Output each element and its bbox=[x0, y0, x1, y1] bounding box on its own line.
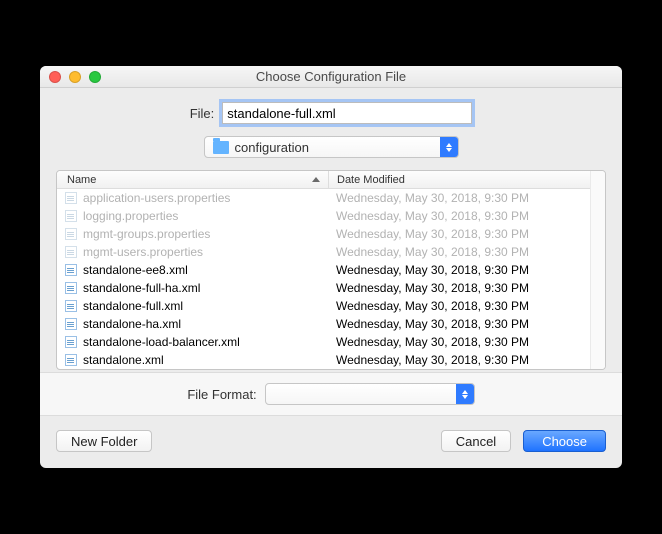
file-row[interactable]: standalone-load-balancer.xmlWednesday, M… bbox=[57, 333, 590, 351]
titlebar: Choose Configuration File bbox=[40, 66, 622, 88]
column-header-name[interactable]: Name bbox=[57, 174, 328, 186]
file-chooser-window: Choose Configuration File File: configur… bbox=[40, 66, 622, 468]
file-row[interactable]: standalone-full.xmlWednesday, May 30, 20… bbox=[57, 297, 590, 315]
file-label: File: bbox=[190, 106, 215, 121]
file-row[interactable]: application-users.propertiesWednesday, M… bbox=[57, 189, 590, 207]
file-icon bbox=[65, 354, 77, 366]
file-date: Wednesday, May 30, 2018, 9:30 PM bbox=[328, 353, 590, 367]
file-icon bbox=[65, 300, 77, 312]
file-icon bbox=[65, 282, 77, 294]
file-name: application-users.properties bbox=[83, 191, 328, 205]
file-row[interactable]: standalone-full-ha.xmlWednesday, May 30,… bbox=[57, 279, 590, 297]
file-row[interactable]: mgmt-users.propertiesWednesday, May 30, … bbox=[57, 243, 590, 261]
file-list-panel: Name Date Modified application-users.pro… bbox=[56, 170, 606, 370]
file-name: standalone-full-ha.xml bbox=[83, 281, 328, 295]
file-format-combo[interactable] bbox=[265, 383, 475, 405]
file-date: Wednesday, May 30, 2018, 9:30 PM bbox=[328, 263, 590, 277]
file-row[interactable]: mgmt-groups.propertiesWednesday, May 30,… bbox=[57, 225, 590, 243]
file-row[interactable]: standalone-ha.xmlWednesday, May 30, 2018… bbox=[57, 315, 590, 333]
filename-row: File: bbox=[56, 102, 606, 124]
file-date: Wednesday, May 30, 2018, 9:30 PM bbox=[328, 335, 590, 349]
file-row[interactable]: logging.propertiesWednesday, May 30, 201… bbox=[57, 207, 590, 225]
file-format-label: File Format: bbox=[187, 387, 256, 402]
cancel-button[interactable]: Cancel bbox=[441, 430, 511, 452]
file-name: standalone.xml bbox=[83, 353, 328, 367]
file-name: standalone-full.xml bbox=[83, 299, 328, 313]
file-date: Wednesday, May 30, 2018, 9:30 PM bbox=[328, 191, 590, 205]
column-headers: Name Date Modified bbox=[57, 171, 590, 189]
file-name: logging.properties bbox=[83, 209, 328, 223]
window-title: Choose Configuration File bbox=[40, 69, 622, 84]
file-icon bbox=[65, 336, 77, 348]
location-row: configuration bbox=[56, 136, 606, 158]
location-combo[interactable]: configuration bbox=[204, 136, 459, 158]
file-row[interactable]: standalone-ee8.xmlWednesday, May 30, 201… bbox=[57, 261, 590, 279]
file-rows-container: application-users.propertiesWednesday, M… bbox=[57, 189, 590, 369]
file-icon bbox=[65, 192, 77, 204]
folder-icon bbox=[213, 141, 229, 154]
filename-input[interactable] bbox=[222, 102, 472, 124]
file-icon bbox=[65, 246, 77, 258]
format-bar: File Format: bbox=[40, 372, 622, 416]
file-date: Wednesday, May 30, 2018, 9:30 PM bbox=[328, 281, 590, 295]
choose-button[interactable]: Choose bbox=[523, 430, 606, 452]
combo-arrows-icon bbox=[440, 137, 458, 157]
scrollbar[interactable] bbox=[590, 171, 605, 369]
column-header-name-label: Name bbox=[67, 174, 96, 186]
file-date: Wednesday, May 30, 2018, 9:30 PM bbox=[328, 209, 590, 223]
file-date: Wednesday, May 30, 2018, 9:30 PM bbox=[328, 317, 590, 331]
file-date: Wednesday, May 30, 2018, 9:30 PM bbox=[328, 227, 590, 241]
file-date: Wednesday, May 30, 2018, 9:30 PM bbox=[328, 245, 590, 259]
file-date: Wednesday, May 30, 2018, 9:30 PM bbox=[328, 299, 590, 313]
cancel-label: Cancel bbox=[456, 434, 496, 449]
file-icon bbox=[65, 228, 77, 240]
file-name: standalone-load-balancer.xml bbox=[83, 335, 328, 349]
bottom-buttons: New Folder Cancel Choose bbox=[56, 430, 606, 452]
sort-ascending-icon bbox=[312, 177, 320, 182]
column-header-date[interactable]: Date Modified bbox=[328, 171, 590, 188]
file-name: standalone-ee8.xml bbox=[83, 263, 328, 277]
file-icon bbox=[65, 210, 77, 222]
file-name: mgmt-groups.properties bbox=[83, 227, 328, 241]
file-icon bbox=[65, 318, 77, 330]
new-folder-button[interactable]: New Folder bbox=[56, 430, 152, 452]
location-label: configuration bbox=[235, 140, 440, 155]
file-icon bbox=[65, 264, 77, 276]
new-folder-label: New Folder bbox=[71, 434, 137, 449]
file-format-value bbox=[266, 384, 456, 404]
choose-label: Choose bbox=[542, 434, 587, 449]
column-header-date-label: Date Modified bbox=[337, 174, 405, 186]
file-name: mgmt-users.properties bbox=[83, 245, 328, 259]
combo-arrows-icon bbox=[456, 384, 474, 404]
file-name: standalone-ha.xml bbox=[83, 317, 328, 331]
file-row[interactable]: standalone.xmlWednesday, May 30, 2018, 9… bbox=[57, 351, 590, 369]
